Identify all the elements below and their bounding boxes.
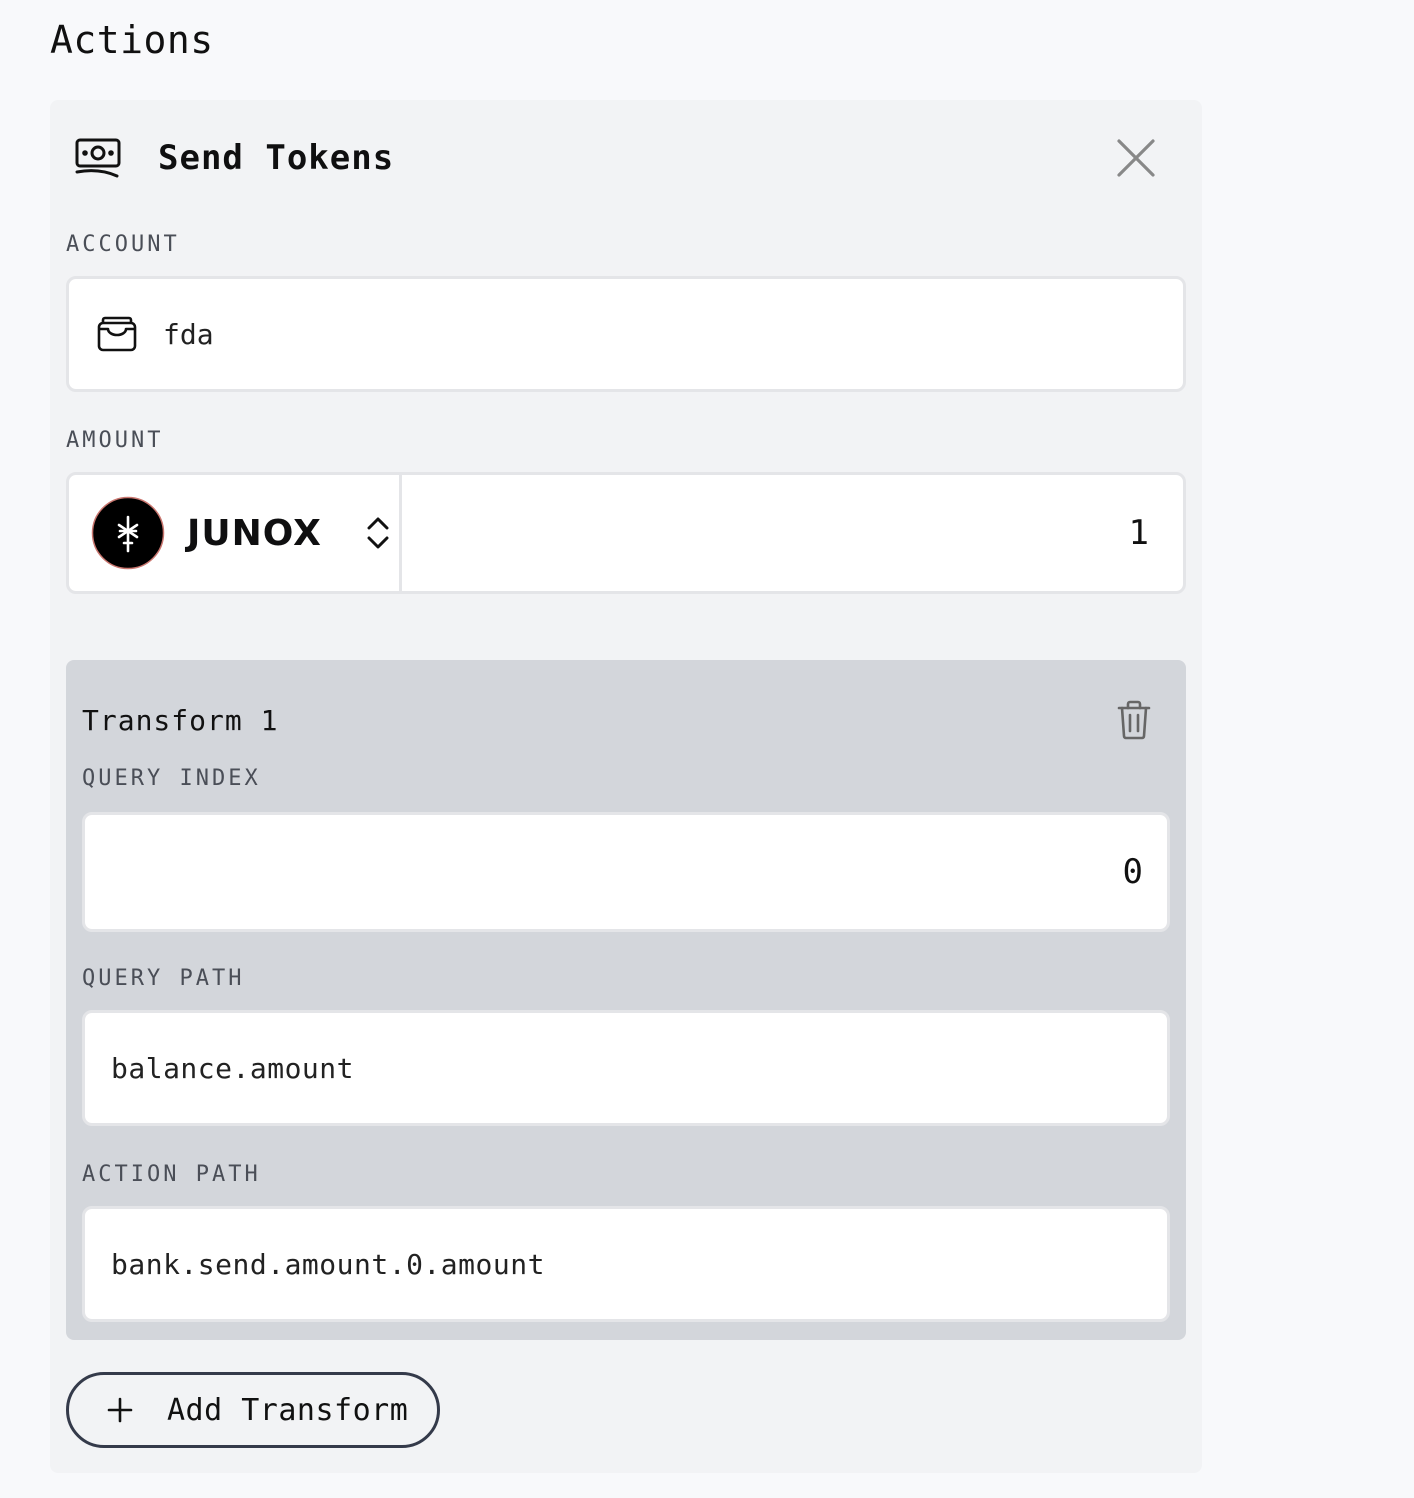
- page-title: Actions: [50, 18, 214, 62]
- send-tokens-action-card: Send Tokens ACCOUNT fda AMOUNT JUNOX 1 T…: [50, 100, 1202, 1473]
- chevron-up-down-icon: [364, 515, 392, 551]
- action-path-input[interactable]: bank.send.amount.0.amount: [82, 1206, 1170, 1322]
- token-name: JUNOX: [187, 512, 322, 554]
- add-transform-label: Add Transform: [167, 1392, 409, 1428]
- token-selector[interactable]: JUNOX: [69, 475, 402, 591]
- query-path-label: QUERY PATH: [82, 966, 245, 991]
- amount-label: AMOUNT: [66, 428, 164, 453]
- action-path-label: ACTION PATH: [82, 1162, 261, 1187]
- transform-title: Transform 1: [82, 704, 279, 737]
- query-index-label: QUERY INDEX: [82, 766, 261, 791]
- query-index-input[interactable]: 0: [82, 812, 1170, 932]
- add-transform-button[interactable]: Add Transform: [66, 1372, 440, 1448]
- amount-field: JUNOX 1: [66, 472, 1186, 594]
- trash-icon[interactable]: [1114, 698, 1154, 742]
- transform-section: Transform 1 QUERY INDEX 0 QUERY PATH bal…: [66, 660, 1186, 1340]
- amount-input[interactable]: 1: [402, 475, 1183, 591]
- account-value: fda: [163, 317, 214, 351]
- card-title: Send Tokens: [158, 138, 395, 178]
- plus-icon: [107, 1397, 133, 1423]
- wallet-icon: [97, 314, 137, 354]
- account-label: ACCOUNT: [66, 232, 180, 257]
- money-icon: [74, 134, 126, 182]
- close-icon[interactable]: [1114, 136, 1158, 180]
- junox-logo: [91, 496, 165, 570]
- card-header: Send Tokens: [74, 134, 1178, 182]
- account-field[interactable]: fda: [66, 276, 1186, 392]
- query-path-input[interactable]: balance.amount: [82, 1010, 1170, 1126]
